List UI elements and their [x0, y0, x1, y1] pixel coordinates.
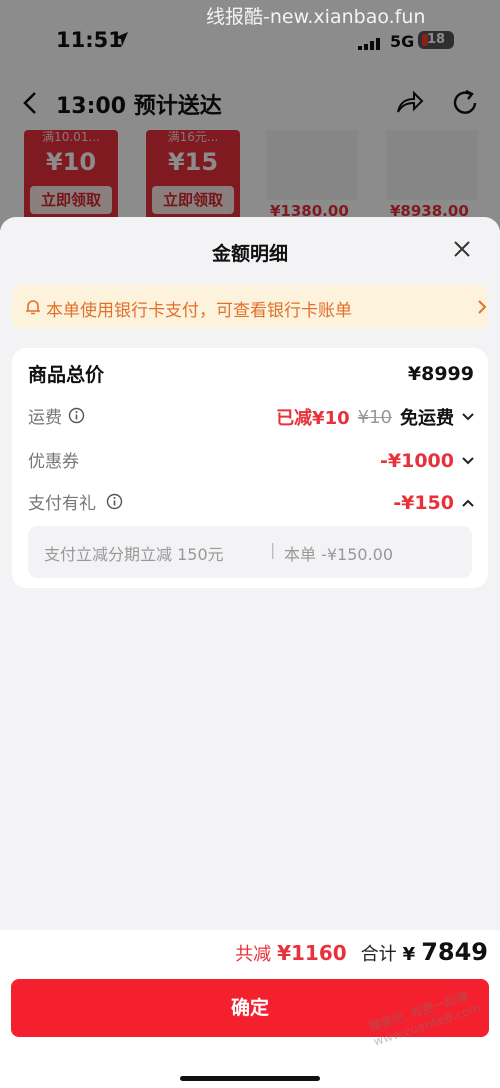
coupon-row[interactable]: 优惠券 -¥1000	[28, 447, 474, 475]
coupon-value: -¥1000	[380, 450, 454, 472]
payment-gift-label: 支付有礼	[28, 494, 96, 514]
sheet-title: 金额明细	[211, 243, 288, 265]
notice-text: 本单使用银行卡支付，可查看银行卡账单	[46, 301, 352, 321]
sum-currency: ¥	[402, 944, 416, 965]
shipping-status: 免运费	[400, 408, 454, 429]
chevron-down-icon	[462, 457, 474, 465]
close-icon[interactable]	[450, 237, 474, 261]
coupon-label: 优惠券	[28, 452, 79, 472]
total-price-value: ¥8999	[407, 363, 474, 385]
chevron-down-icon	[462, 413, 474, 421]
payment-gift-value: -¥150	[393, 492, 454, 514]
chevron-up-icon	[462, 499, 474, 507]
bank-card-notice[interactable]: 本单使用银行卡支付，可查看银行卡账单	[12, 285, 488, 329]
saved-value: ¥1160	[277, 941, 347, 965]
total-price-row: 商品总价 ¥8999	[28, 360, 474, 388]
payment-gift-row[interactable]: 支付有礼 -¥150	[28, 489, 474, 517]
watermark-top: 线报酷-new.xianbao.fun	[206, 6, 426, 28]
sum-label: 合计	[360, 944, 397, 965]
shipping-original: ¥10	[357, 406, 392, 428]
payment-gift-detail: 支付立减分期立减 150元 | 本单 -¥150.00	[28, 526, 472, 578]
gift-detail-desc: 支付立减分期立减 150元	[44, 545, 224, 564]
info-icon[interactable]	[106, 493, 123, 510]
dim-overlay[interactable]	[0, 0, 500, 230]
bell-icon	[26, 300, 40, 315]
divider: |	[270, 540, 276, 559]
chevron-right-icon	[478, 300, 487, 314]
gift-detail-order: 本单 -¥150.00	[284, 545, 394, 564]
info-icon[interactable]	[68, 407, 85, 424]
shipping-label: 运费	[28, 408, 62, 428]
saved-label: 共减	[235, 944, 272, 965]
shipping-discount: 已减¥10	[276, 408, 350, 429]
shipping-row[interactable]: 运费 已减¥10 ¥10 免运费	[28, 403, 474, 431]
total-price-label: 商品总价	[28, 364, 105, 386]
sum-value: 7849	[421, 938, 488, 966]
home-indicator	[180, 1076, 320, 1081]
footer-bar: 共减 ¥1160 合计 ¥ 7849 确定 赚客吧, 有更一起赚 www.zua…	[0, 930, 500, 1088]
amount-card: 商品总价 ¥8999 运费 已减¥10 ¥10 免运费 优惠券 -¥1000 支…	[12, 348, 488, 588]
price-summary: 共减 ¥1160 合计 ¥ 7849	[235, 938, 488, 974]
